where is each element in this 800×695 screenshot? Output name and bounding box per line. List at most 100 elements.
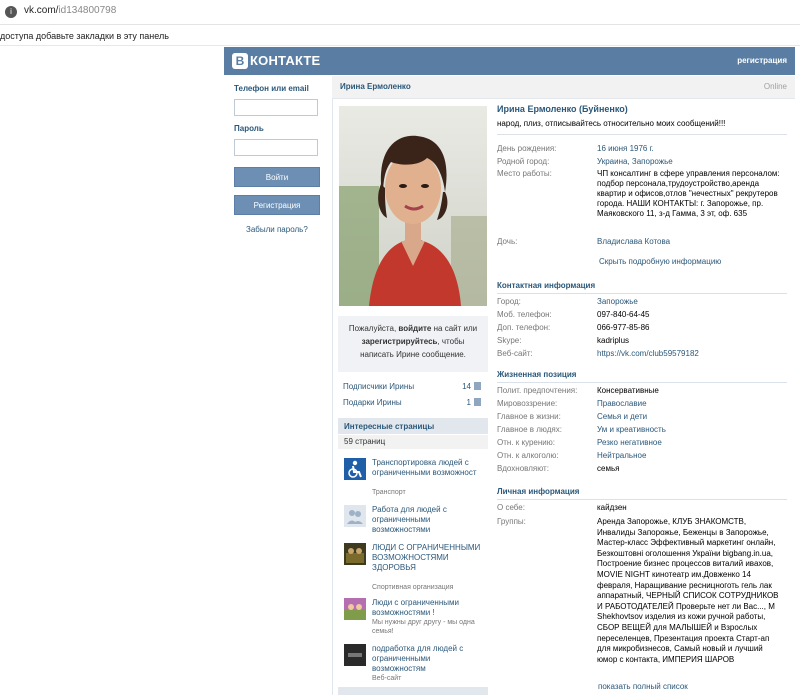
url-text[interactable]: vk.com/id134800798 <box>24 5 116 16</box>
invite-text-2: на сайт или <box>431 324 478 333</box>
interesting-pages-header[interactable]: Интересные страницы <box>338 418 488 434</box>
groups-list[interactable]: Аренда Запорожье, КЛУБ ЗНАКОМСТВ, Инвали… <box>597 517 783 665</box>
info-key: Главное в жизни: <box>497 412 561 421</box>
section-contacts: Контактная информация <box>497 281 787 294</box>
dark-logo <box>344 644 366 666</box>
password-input[interactable] <box>234 139 318 156</box>
gifts-count: 1 <box>466 398 471 407</box>
info-value: kadriplus <box>597 336 630 345</box>
gifts-link[interactable]: Подарки Ирины 1 <box>343 398 483 407</box>
profile-name-bar: Ирина Ермоленко Online <box>332 76 795 99</box>
info-key: Доп. телефон: <box>497 323 551 332</box>
info-key: День рождения: <box>497 144 557 153</box>
wheelchair-icon <box>344 458 366 480</box>
invite-text-3: , чтобы <box>437 337 465 346</box>
address-bar[interactable]: i vk.com/id134800798 <box>0 0 800 25</box>
profile-photo[interactable] <box>339 106 487 306</box>
online-status: Online <box>763 82 787 91</box>
toggle-details-link[interactable]: Скрыть подробную информацию <box>599 257 721 266</box>
list-item[interactable]: Транспортировка людей с ограниченными во… <box>344 458 486 498</box>
website-link[interactable]: https://vk.com/club59579182 <box>597 349 787 359</box>
page-subtitle: Транспорт <box>372 489 406 496</box>
info-key: О себе: <box>497 503 525 512</box>
info-icon[interactable]: i <box>5 6 17 18</box>
info-key: Отн. к алкоголю: <box>497 451 559 460</box>
info-key: Моб. телефон: <box>497 310 552 319</box>
logo-text: КОНТАКТЕ <box>250 53 321 68</box>
info-key: Вдохновляют: <box>497 464 549 473</box>
full-name: Ирина Ермоленко (Буйненко) <box>497 104 628 114</box>
list-item[interactable]: ЛЮДИ С ОГРАНИЧЕННЫМИ ВОЗМОЖНОСТЯМИ ЗДОРО… <box>344 543 486 591</box>
login-invite-box: Пожалуйста, войдите на сайт или зарегист… <box>338 316 488 372</box>
info-value[interactable]: Украина, Запорожье <box>597 157 787 167</box>
profile-status: народ, плиз, отписывайтесь относительно … <box>497 119 726 128</box>
show-full-list-link[interactable]: показать полный список <box>598 682 688 691</box>
invite-register-link[interactable]: зарегистрируйтесь <box>362 337 438 346</box>
info-value[interactable]: Православие <box>597 399 787 409</box>
info-value: 097-840-64-45 <box>597 310 650 319</box>
next-section-header <box>338 687 488 695</box>
phone-input[interactable] <box>234 99 318 116</box>
people-icon <box>344 505 366 527</box>
invite-text-1: Пожалуйста, <box>348 324 399 333</box>
header-register-link[interactable]: регистрация <box>737 56 787 65</box>
page-subtitle: Веб-сайт <box>372 675 402 682</box>
section-personal: Личная информация <box>497 487 787 500</box>
followers-count: 14 <box>462 382 471 391</box>
info-key: Родной город: <box>497 157 550 166</box>
page-title: Работа для людей с ограниченными возможн… <box>372 505 447 534</box>
followers-link[interactable]: Подписчики Ирины 14 <box>343 382 483 391</box>
info-key: Группы: <box>497 517 526 526</box>
site-header: B КОНТАКТЕ регистрация <box>224 47 795 75</box>
info-key: Веб-сайт: <box>497 349 533 358</box>
phone-label: Телефон или email <box>234 84 309 93</box>
info-value: кайдзен <box>597 503 627 512</box>
list-item[interactable]: подработка для людей с ограниченными воз… <box>344 644 486 684</box>
info-key: Главное в людях: <box>497 425 562 434</box>
info-value[interactable]: Запорожье <box>597 297 787 307</box>
info-key: Skype: <box>497 336 522 345</box>
info-value: Консервативные <box>597 386 659 395</box>
page-title: ЛЮДИ С ОГРАНИЧЕННЫМИ ВОЗМОЖНОСТЯМИ ЗДОРО… <box>372 543 481 572</box>
section-position: Жизненная позиция <box>497 370 787 383</box>
info-value[interactable]: Семья и дети <box>597 412 787 422</box>
info-value: семья <box>597 464 620 473</box>
profile-name-short: Ирина Ермоленко <box>340 82 411 91</box>
person-icon <box>474 382 481 390</box>
list-item[interactable]: Работа для людей с ограниченными возможн… <box>344 505 486 537</box>
info-key: Место работы: <box>497 169 552 178</box>
info-value[interactable]: Нейтральное <box>597 451 787 461</box>
login-button[interactable]: Войти <box>234 167 320 187</box>
divider <box>497 134 787 135</box>
info-value[interactable]: Ум и креативность <box>597 425 787 435</box>
interesting-pages-title: Интересные страницы <box>344 422 435 431</box>
url-host: vk.com/ <box>24 5 59 16</box>
vk-logo[interactable]: B КОНТАКТЕ <box>232 53 320 69</box>
forgot-password-link[interactable]: Забыли пароль? <box>246 225 308 234</box>
followers-label: Подписчики Ирины <box>343 382 415 391</box>
info-key: Полит. предпочтения: <box>497 386 578 395</box>
pages-count-text: 59 страниц <box>344 437 386 446</box>
bookmarks-bar: доступа добавьте закладки в эту панель <box>0 25 800 46</box>
invite-text-4: написать Ирине сообщение. <box>360 350 466 359</box>
group-photo <box>344 598 366 620</box>
page-title: Транспортировка людей с ограниченными во… <box>372 458 477 477</box>
page-subtitle: Мы нужны друг другу - мы одна семья! <box>372 619 475 635</box>
list-item[interactable]: Люди с ограниченными возможностями ! Мы … <box>344 598 486 638</box>
bookmarks-hint: доступа добавьте закладки в эту панель <box>0 31 169 41</box>
invite-login-link[interactable]: войдите <box>398 324 431 333</box>
password-label: Пароль <box>234 124 264 133</box>
page-title: подработка для людей с ограниченными воз… <box>372 644 464 673</box>
logo-letter: B <box>232 53 248 69</box>
info-value[interactable]: 16 июня 1976 г. <box>597 144 787 154</box>
info-value[interactable]: Владислава Котова <box>597 237 787 247</box>
info-key: Дочь: <box>497 237 518 246</box>
info-value[interactable]: Резко негативное <box>597 438 787 448</box>
info-key: Мировоззрение: <box>497 399 558 408</box>
interesting-pages-count: 59 страниц <box>338 435 488 449</box>
register-button[interactable]: Регистрация <box>234 195 320 215</box>
info-value: ЧП консалтинг в сфере управления персона… <box>597 169 780 218</box>
info-key: Город: <box>497 297 521 306</box>
gift-icon <box>474 398 481 406</box>
page-subtitle: Спортивная организация <box>372 584 454 591</box>
